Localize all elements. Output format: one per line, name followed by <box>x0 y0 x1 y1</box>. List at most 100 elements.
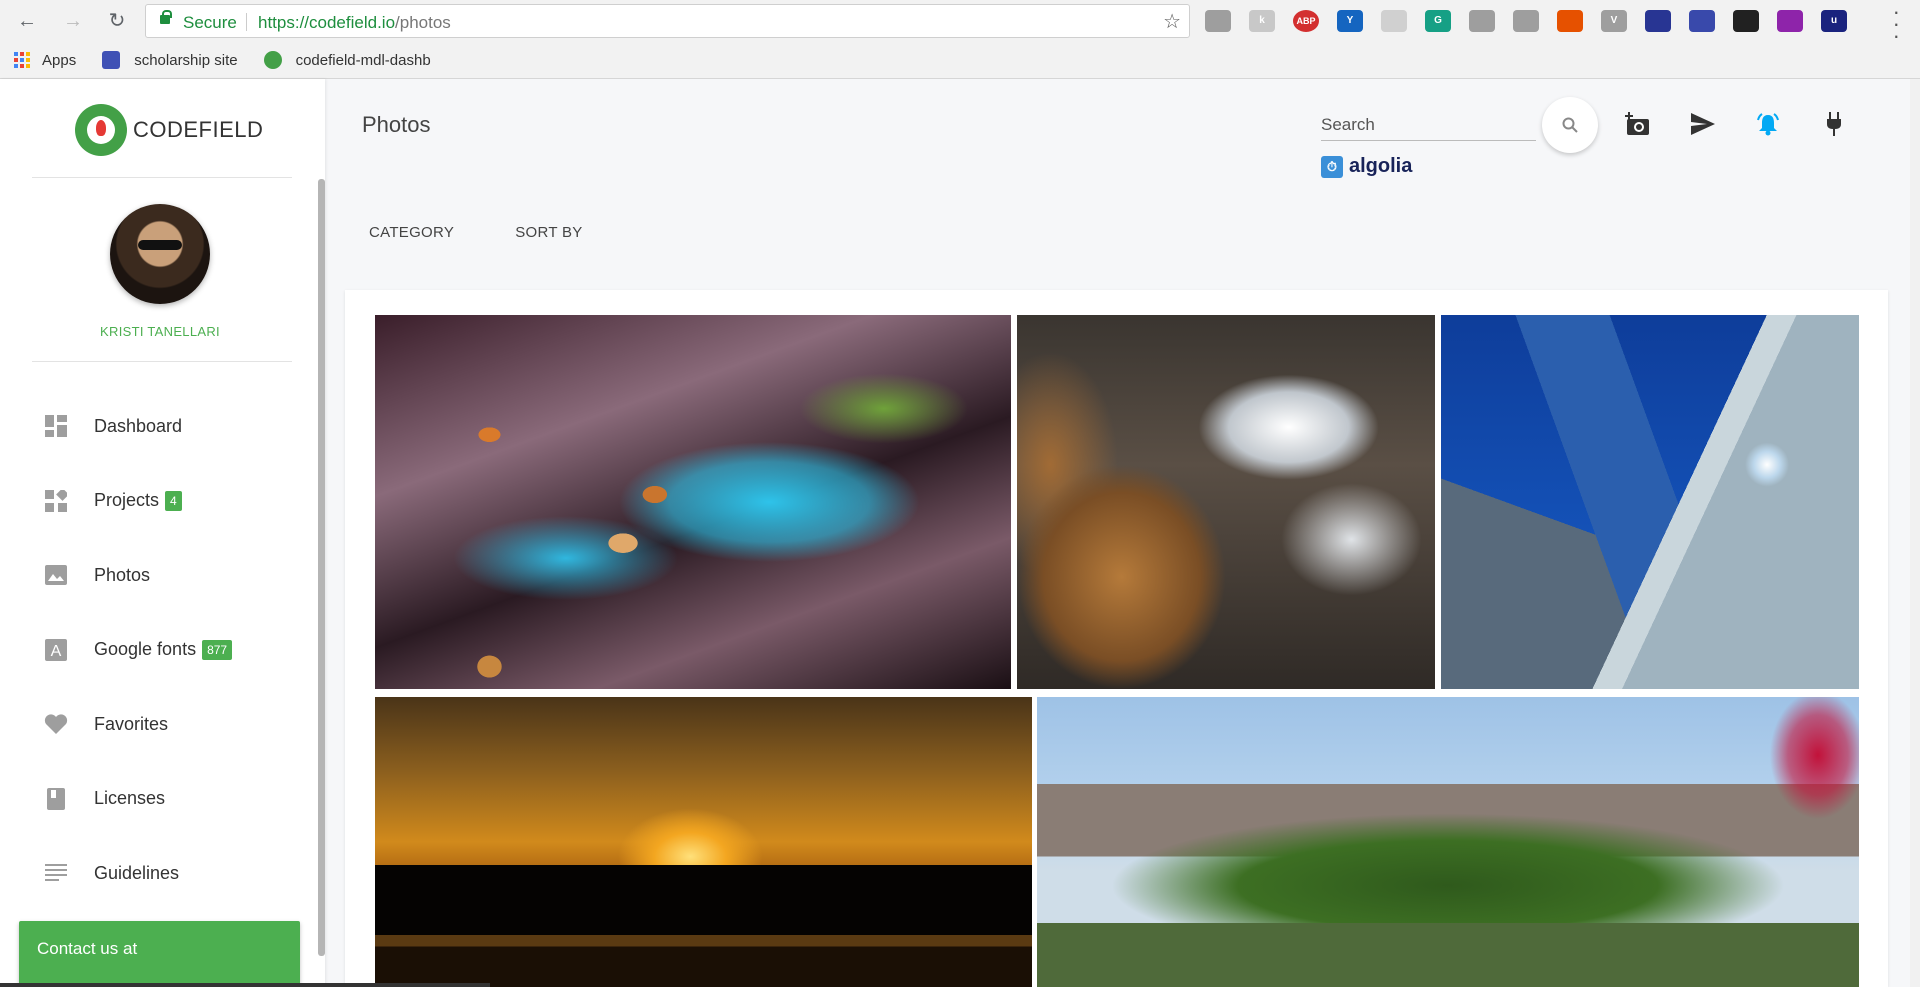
sort-by-filter[interactable]: SORT BY <box>515 224 582 241</box>
sidebar-item-label: Licenses <box>94 788 166 809</box>
user-name[interactable]: KRISTI TANELLARI <box>0 324 320 339</box>
grammar-ext-icon[interactable]: G <box>1425 10 1451 32</box>
projects-count-badge: 4 <box>165 490 182 511</box>
filter-bar: CATEGORY SORT BY <box>369 224 583 241</box>
camera-ext-icon[interactable] <box>1381 10 1407 32</box>
bookmark-label: codefield-mdl-dashb <box>295 51 431 69</box>
plugin-icon <box>1827 112 1841 136</box>
bookmark-apps[interactable]: Apps <box>14 52 76 69</box>
brand-logo[interactable]: CODEFIELD <box>75 104 263 156</box>
plugin-button[interactable] <box>1820 110 1848 138</box>
status-bar-edge <box>0 983 490 987</box>
sidebar-item-label: Dashboard <box>94 415 183 436</box>
browser-chrome: ← → ↻ Secure https://codefield.io/photos… <box>0 0 1920 79</box>
fonts-count-badge: 877 <box>202 639 233 660</box>
notification-icon <box>1757 113 1779 136</box>
url-divider <box>246 13 247 31</box>
brand-name: CODEFIELD <box>133 117 264 142</box>
secure-label: Secure <box>183 13 237 32</box>
browser-menu-icon[interactable]: · · · <box>1893 1 1900 47</box>
send-button[interactable] <box>1689 110 1717 138</box>
photo-ext-icon[interactable] <box>1645 10 1671 32</box>
office-ext-icon[interactable] <box>1557 10 1583 32</box>
page-title: Photos <box>362 112 431 137</box>
dashboard-icon <box>44 414 68 438</box>
url-base: https://codefield.io <box>258 13 396 32</box>
algolia-badge[interactable]: ⏱ algolia <box>1321 155 1412 178</box>
photo-icon <box>44 563 68 587</box>
sidebar-item-dashboard[interactable]: Dashboard <box>0 389 318 464</box>
category-filter[interactable]: CATEGORY <box>369 224 454 241</box>
back-icon[interactable]: ← <box>14 8 40 34</box>
list-icon <box>44 861 68 885</box>
u-ext-icon[interactable]: u <box>1821 10 1847 32</box>
send-icon <box>1691 113 1715 135</box>
fire-ext-icon[interactable] <box>1733 10 1759 32</box>
bookmark-star-icon[interactable]: ☆ <box>1163 9 1181 34</box>
photo-skyscraper[interactable] <box>1441 315 1859 689</box>
sidebar-item-favorites[interactable]: Favorites <box>0 687 318 762</box>
sidebar-item-label: Guidelines <box>94 862 180 883</box>
heart-icon <box>44 712 68 736</box>
sidebar-item-licenses[interactable]: Licenses <box>0 762 318 837</box>
sidebar-item-label: Favorites <box>94 713 169 734</box>
notification-button[interactable] <box>1754 110 1782 138</box>
bookmark-label: Apps <box>42 51 77 69</box>
codefield-favicon-icon <box>263 51 282 69</box>
add-photo-icon <box>1625 112 1649 135</box>
sidebar-scrollbar[interactable] <box>318 179 325 956</box>
sidebar-item-label: Photos <box>94 564 151 585</box>
address-bar[interactable]: Secure https://codefield.io/photos ☆ <box>145 4 1190 38</box>
algolia-label: algolia <box>1349 155 1413 177</box>
bookmark-label: scholarship site <box>134 51 238 69</box>
sidebar-menu: Dashboard Projects 4 Photos A Google fon… <box>0 389 318 911</box>
v-ext-icon[interactable]: V <box>1601 10 1627 32</box>
search-icon <box>1562 117 1578 133</box>
lock-icon <box>160 10 172 24</box>
adblock-icon[interactable]: ABP <box>1293 10 1319 32</box>
avatar[interactable] <box>110 204 210 304</box>
book-icon <box>44 787 68 811</box>
extension-y-icon[interactable]: Y <box>1337 10 1363 32</box>
photo-mushroom-bark[interactable] <box>375 315 1011 689</box>
sidebar-item-photos[interactable]: Photos <box>0 538 318 613</box>
color-ext-icon[interactable] <box>1777 10 1803 32</box>
photo-rocks-water[interactable] <box>1017 315 1435 689</box>
extensions-bar: k ABP Y G Vu <box>1205 10 1847 32</box>
codefield-logo-icon <box>75 104 127 156</box>
extension-2-icon[interactable]: k <box>1249 10 1275 32</box>
sidebar-item-label: Projects <box>94 490 160 511</box>
search-field <box>1321 112 1536 141</box>
reload-icon[interactable]: ↻ <box>104 8 130 34</box>
search-input[interactable] <box>1321 112 1536 138</box>
photo-bridge-sunset[interactable] <box>375 697 1032 987</box>
book-ext-icon[interactable] <box>1689 10 1715 32</box>
sidebar-item-google-fonts[interactable]: A Google fonts 877 <box>0 613 318 688</box>
algolia-logo-icon: ⏱ <box>1321 155 1343 178</box>
bookmarks-bar: Apps scholarship site codefield-mdl-dash… <box>0 46 443 74</box>
forward-icon[interactable]: → <box>60 8 86 34</box>
page-scrollbar[interactable] <box>1910 79 1920 987</box>
sidebar: CODEFIELD KRISTI TANELLARI Dashboard Pro… <box>0 79 325 987</box>
divider <box>32 361 292 362</box>
add-photo-button[interactable] <box>1624 110 1652 138</box>
bookmark-scholarship[interactable]: scholarship site <box>102 51 238 69</box>
sidebar-item-projects[interactable]: Projects 4 <box>0 464 318 539</box>
bookmark-codefield[interactable]: codefield-mdl-dashb <box>263 51 431 69</box>
search-button[interactable] <box>1542 97 1598 153</box>
projects-icon <box>44 489 68 513</box>
url-path: /photos <box>395 13 451 32</box>
photo-central-park[interactable] <box>1037 697 1859 987</box>
sidebar-item-guidelines[interactable]: Guidelines <box>0 836 318 911</box>
site-favicon-icon <box>102 51 121 69</box>
extension-1-icon[interactable] <box>1205 10 1231 32</box>
contact-button[interactable]: Contact us at <box>19 921 300 987</box>
svg-text:A: A <box>51 643 62 660</box>
grid-ext-icon[interactable] <box>1469 10 1495 32</box>
sidebar-item-label: Google fonts <box>94 639 197 660</box>
url-text[interactable]: https://codefield.io/photos <box>258 13 451 33</box>
divider <box>32 177 292 178</box>
apps-grid-icon <box>14 52 30 68</box>
screen-ext-icon[interactable] <box>1513 10 1539 32</box>
photo-gallery <box>345 290 1888 987</box>
